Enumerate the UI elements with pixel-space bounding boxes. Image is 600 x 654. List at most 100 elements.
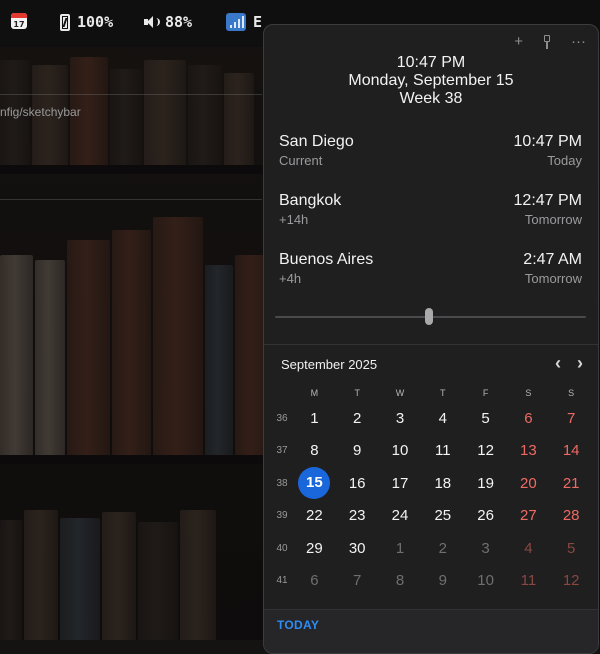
calendar-day[interactable]: 28 — [550, 507, 593, 524]
terminal-path-text: nfig/sketchybar — [0, 105, 81, 119]
zone-row[interactable]: San Diego Current 10:47 PM Today — [279, 133, 582, 192]
weekday-label: F — [482, 388, 489, 398]
weekday-label: M — [310, 388, 319, 398]
calendar-day[interactable]: 12 — [464, 442, 507, 459]
more-button[interactable]: ··· — [571, 34, 586, 52]
calendar-day[interactable]: 7 — [336, 572, 379, 589]
slider-thumb[interactable] — [425, 308, 433, 325]
calendar-day[interactable]: 6 — [293, 572, 336, 589]
network-menu-item[interactable]: E — [226, 13, 262, 31]
weekday-label: W — [395, 388, 405, 398]
calendar-menu-item[interactable]: 17 — [11, 13, 27, 29]
zone-time: 10:47 PM — [513, 133, 582, 150]
calendar-day[interactable]: 4 — [421, 410, 464, 427]
zone-offset: +14h — [279, 212, 309, 227]
speaker-icon — [144, 15, 160, 29]
calendar-day[interactable]: 14 — [550, 442, 593, 459]
pin-button[interactable] — [541, 34, 553, 52]
weekday-label: S — [525, 388, 532, 398]
calendar-day[interactable]: 22 — [293, 507, 336, 524]
zone-city: Buenos Aires — [279, 251, 374, 268]
calendar-week-row: 40 29 30 1 2 3 4 5 — [271, 532, 593, 565]
week-number: 39 — [276, 510, 288, 522]
calendar-week-row: 38 15 16 17 18 19 20 21 — [271, 467, 593, 500]
popover-actions: + ··· — [514, 34, 586, 52]
today-button[interactable]: TODAY — [277, 618, 319, 632]
calendar-day[interactable]: 26 — [464, 507, 507, 524]
calendar-day[interactable]: 30 — [336, 540, 379, 557]
calendar-day[interactable]: 5 — [550, 540, 593, 557]
calendar-day[interactable]: 25 — [421, 507, 464, 524]
current-week: Week 38 — [399, 90, 463, 107]
calendar-day[interactable]: 19 — [464, 475, 507, 492]
zone-day: Tomorrow — [524, 271, 582, 286]
calendar-day[interactable]: 17 — [379, 475, 422, 492]
volume-label: 88% — [165, 13, 193, 31]
calendar-day[interactable]: 21 — [550, 475, 593, 492]
calendar-day[interactable]: 2 — [336, 410, 379, 427]
calendar-day[interactable]: 18 — [421, 475, 464, 492]
zone-row[interactable]: Buenos Aires +4h 2:47 AM Tomorrow — [279, 251, 582, 310]
week-number: 36 — [276, 412, 288, 424]
zone-offset: Current — [279, 153, 323, 168]
pin-icon — [541, 35, 553, 49]
calendar-day[interactable]: 1 — [379, 540, 422, 557]
calendar-day[interactable]: 9 — [421, 572, 464, 589]
week-number: 41 — [276, 575, 288, 587]
calendar-day[interactable]: 4 — [507, 540, 550, 557]
zone-city: San Diego — [279, 133, 354, 150]
calendar-day[interactable]: 20 — [507, 475, 550, 492]
calendar-day[interactable]: 7 — [550, 410, 593, 427]
calendar-day[interactable]: 12 — [550, 572, 593, 589]
current-datetime: 10:47 PM Monday, September 15 Week 38 — [264, 54, 598, 108]
calendar-week-row: 41 6 7 8 9 10 11 12 — [271, 565, 593, 598]
calendar-day[interactable]: 6 — [507, 410, 550, 427]
zone-city: Bangkok — [279, 192, 342, 209]
calendar-day[interactable]: 11 — [421, 442, 464, 459]
zone-row[interactable]: Bangkok +14h 12:47 PM Tomorrow — [279, 192, 582, 251]
weekday-label: S — [568, 388, 575, 398]
calendar-month-title: September 2025 — [281, 357, 378, 372]
calendar-day-selected[interactable]: 15 — [293, 467, 336, 500]
calendar-grid: M T W T F S S 36 1 2 3 4 5 6 7 37 8 9 10 11 12 13 14 38 1… — [271, 384, 593, 597]
calendar-day[interactable]: 3 — [379, 410, 422, 427]
calendar-day[interactable]: 10 — [464, 572, 507, 589]
network-label: E — [253, 13, 263, 31]
prev-month-button[interactable]: ‹ — [555, 353, 561, 374]
calendar-day[interactable]: 8 — [293, 442, 336, 459]
calendar-day[interactable]: 13 — [507, 442, 550, 459]
next-month-button[interactable]: › — [577, 353, 583, 374]
week-number: 38 — [276, 477, 288, 489]
add-zone-button[interactable]: + — [514, 34, 523, 52]
calendar-day[interactable]: 23 — [336, 507, 379, 524]
calendar-day[interactable]: 11 — [507, 572, 550, 589]
calendar-week-row: 37 8 9 10 11 12 13 14 — [271, 435, 593, 468]
weekday-header: M T W T F S S — [271, 384, 593, 402]
week-number: 37 — [276, 445, 288, 457]
calendar-day[interactable]: 5 — [464, 410, 507, 427]
zone-time: 2:47 AM — [523, 251, 582, 268]
volume-menu-item[interactable]: 88% — [144, 13, 192, 31]
clock-popover: + ··· 10:47 PM Monday, September 15 Week… — [263, 24, 599, 654]
time-travel-slider[interactable] — [275, 308, 586, 325]
calendar-day[interactable]: 2 — [421, 540, 464, 557]
calendar-day[interactable]: 1 — [293, 410, 336, 427]
calendar-day[interactable]: 9 — [336, 442, 379, 459]
calendar-nav: ‹ › — [555, 353, 583, 374]
calendar-day[interactable]: 24 — [379, 507, 422, 524]
calendar-day[interactable]: 10 — [379, 442, 422, 459]
calendar-day[interactable]: 27 — [507, 507, 550, 524]
zone-day: Today — [547, 153, 582, 168]
zone-day: Tomorrow — [524, 212, 582, 227]
week-number: 40 — [276, 542, 288, 554]
calendar-day[interactable]: 3 — [464, 540, 507, 557]
battery-menu-item[interactable]: 100% — [60, 13, 113, 31]
calendar-day[interactable]: 16 — [336, 475, 379, 492]
current-time: 10:47 PM — [396, 54, 466, 71]
world-clock-list: San Diego Current 10:47 PM Today Bangkok… — [279, 133, 582, 310]
calendar-week-row: 39 22 23 24 25 26 27 28 — [271, 500, 593, 533]
calendar-day[interactable]: 29 — [293, 540, 336, 557]
calendar-day[interactable]: 8 — [379, 572, 422, 589]
current-date: Monday, September 15 — [348, 72, 514, 89]
weekday-label: T — [440, 388, 446, 398]
